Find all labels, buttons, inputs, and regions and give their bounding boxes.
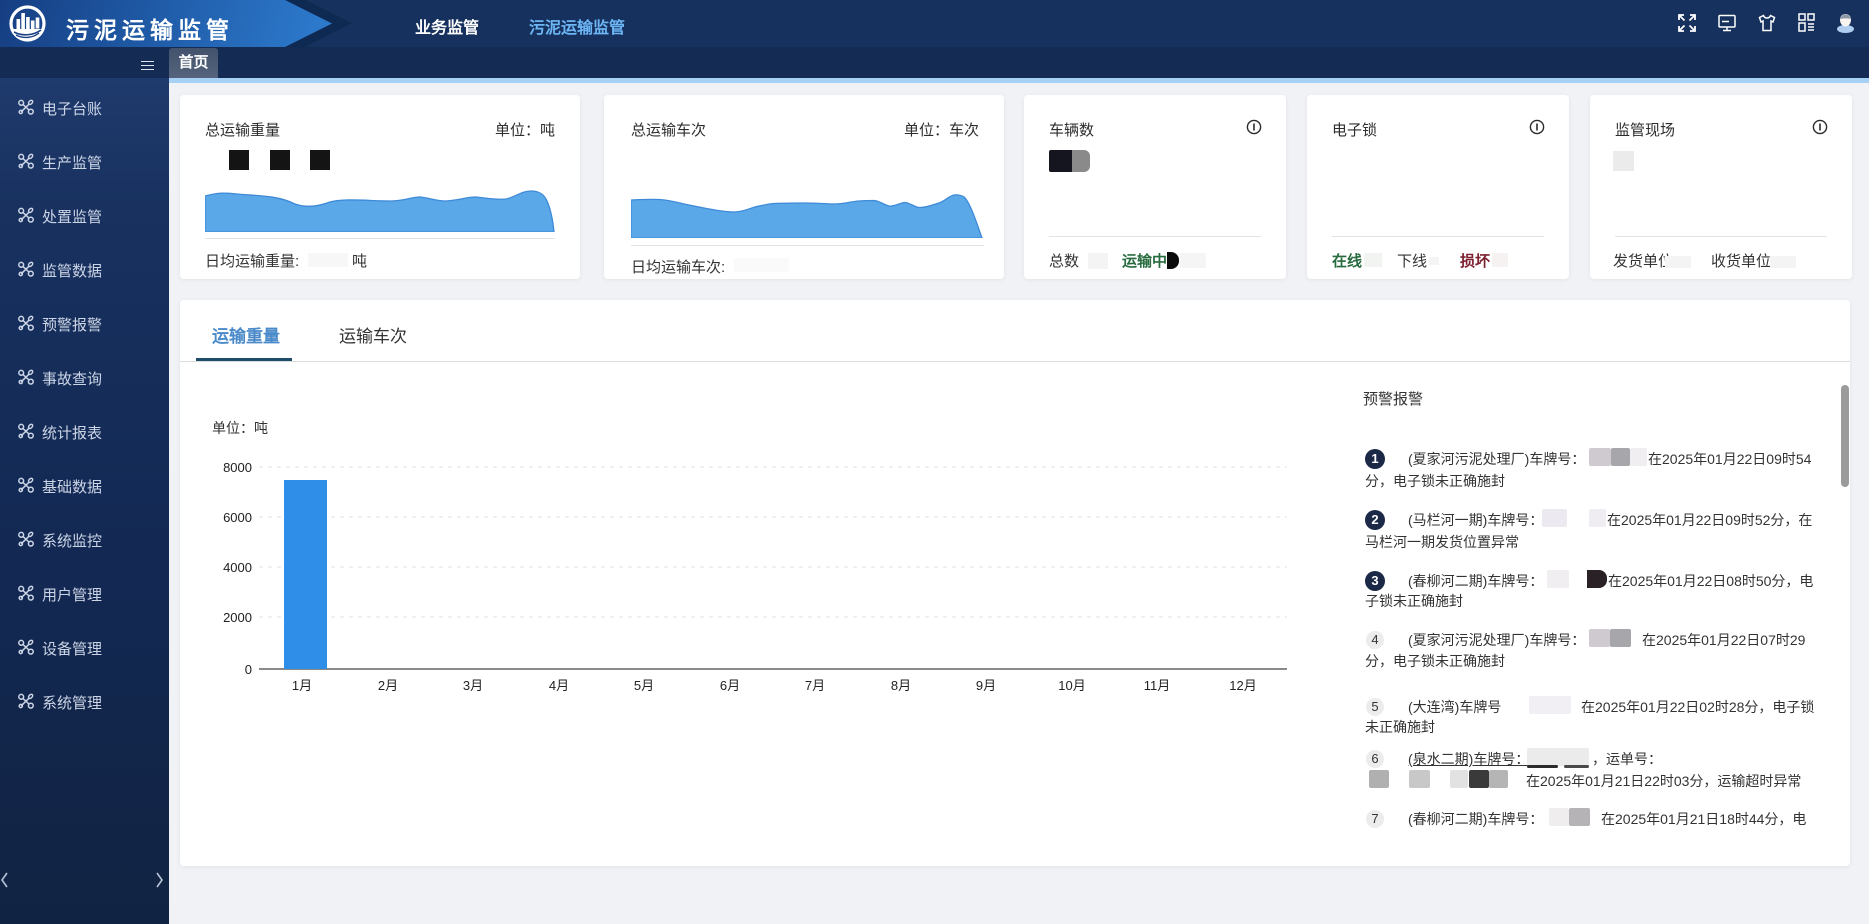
svg-text:8月: 8月 — [891, 678, 911, 693]
svg-text:5月: 5月 — [634, 678, 654, 693]
svg-text:0: 0 — [245, 662, 252, 677]
svg-text:4月: 4月 — [549, 678, 569, 693]
svg-text:6月: 6月 — [720, 678, 740, 693]
svg-text:6000: 6000 — [223, 510, 252, 525]
svg-text:8000: 8000 — [223, 460, 252, 475]
svg-text:2月: 2月 — [378, 678, 398, 693]
svg-text:7月: 7月 — [805, 678, 825, 693]
svg-text:10月: 10月 — [1058, 678, 1085, 693]
svg-text:3月: 3月 — [463, 678, 483, 693]
svg-text:1月: 1月 — [292, 678, 312, 693]
svg-text:12月: 12月 — [1229, 678, 1256, 693]
svg-text:2000: 2000 — [223, 610, 252, 625]
svg-text:4000: 4000 — [223, 560, 252, 575]
svg-text:11月: 11月 — [1144, 678, 1171, 693]
svg-text:9月: 9月 — [976, 678, 996, 693]
